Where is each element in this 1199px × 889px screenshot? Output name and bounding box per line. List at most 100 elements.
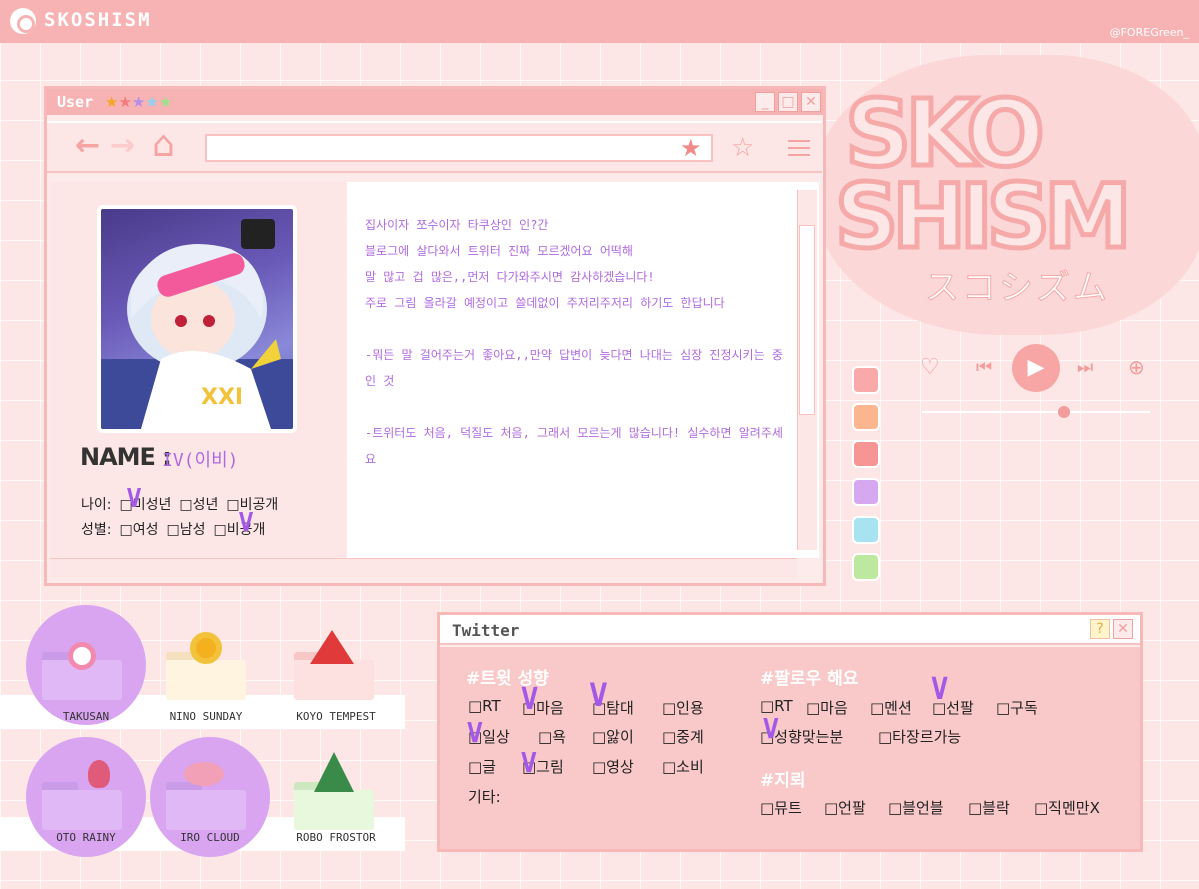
color-swatch[interactable]	[852, 478, 880, 506]
url-star-icon[interactable]: ★	[680, 134, 702, 162]
etc-label: 기타:	[468, 788, 501, 806]
folder-iro-cloud[interactable]	[166, 762, 246, 830]
rating-stars: ★★★★★	[105, 93, 172, 111]
block-option[interactable]: □직멘만X	[1034, 797, 1100, 818]
close-button[interactable]: ✕	[801, 92, 821, 112]
block-option[interactable]: □언팔	[824, 797, 866, 818]
folder-label: ROBO FROSTOR	[296, 831, 376, 844]
big-logo-line2: SHISM	[833, 163, 1135, 271]
bio-line: 말 많고 겁 많은,,먼저 다가와주시면 감사하겠습니다!	[365, 270, 655, 284]
age-label: 나이:	[81, 497, 112, 513]
color-swatch[interactable]	[852, 553, 880, 581]
folder-label: TAKUSAN	[62, 710, 110, 723]
tweet-option[interactable]: □앓이	[592, 726, 634, 747]
back-arrow-icon[interactable]: ←	[75, 128, 100, 163]
previous-icon[interactable]: ⏮	[976, 357, 992, 378]
svg-text:XXI: XXI	[201, 385, 243, 410]
block-option[interactable]: □뮤트	[760, 797, 802, 818]
folder-label: IRO CLOUD	[180, 831, 240, 844]
maple-leaf-icon	[310, 630, 354, 664]
checkmark: V	[931, 672, 948, 707]
block-title: #지뢰	[760, 771, 806, 791]
add-icon[interactable]: ⊕	[1128, 355, 1145, 379]
follow-option[interactable]: □멘션	[870, 697, 912, 718]
progress-knob[interactable]	[1058, 406, 1070, 418]
folder-robo-frostor[interactable]	[294, 752, 374, 830]
folder-takusan[interactable]	[42, 642, 122, 700]
avatar: XXI	[97, 205, 297, 433]
play-button[interactable]: ▶	[1012, 344, 1060, 392]
swirl-icon	[68, 642, 96, 670]
checkmark: V	[763, 712, 779, 745]
gender-option-male[interactable]: □남성	[166, 522, 205, 538]
star-icon: ★	[105, 93, 119, 111]
tweet-option[interactable]: □RT	[468, 697, 501, 715]
big-logo-katakana: スコシズム	[925, 268, 1110, 309]
flower-bouquet-icon	[184, 762, 224, 786]
next-icon[interactable]: ⏭	[1077, 357, 1093, 378]
color-swatch[interactable]	[852, 366, 880, 394]
bio-line: 주로 그림 올라갈 예정이고 쓸데없이 주저리주저리 하기도 한답니다	[365, 296, 725, 310]
bio-line: 집사이자 쪼수이자 타쿠상인 인?간	[365, 218, 549, 232]
follow-title: #팔로우 해요	[760, 669, 859, 689]
block-option[interactable]: □블락	[968, 797, 1010, 818]
follow-option[interactable]: □마음	[806, 697, 848, 718]
folder-koyo-tempest[interactable]	[294, 630, 374, 700]
pine-tree-icon	[314, 752, 354, 792]
bio-line: 블로그에 살다와서 트위터 진짜 모르겠어요 어떡해	[365, 244, 633, 258]
help-button[interactable]: ?	[1090, 619, 1110, 639]
tweet-option[interactable]: □욕	[538, 726, 566, 747]
star-icon: ★	[158, 93, 173, 111]
star-icon: ★	[118, 93, 132, 111]
url-input[interactable]	[205, 134, 713, 162]
bio-line: -트위터도 처음, 덕질도 처음, 그래서 모르는게 많습니다! 실수하면 알려…	[365, 426, 783, 466]
credit-handle: @FOREGreen_	[1109, 26, 1189, 39]
heart-icon[interactable]: ♡	[920, 355, 940, 380]
star-icon: ★	[145, 93, 159, 111]
horizontal-scrollbar[interactable]	[50, 558, 797, 578]
twitter-window-title: Twitter	[452, 621, 520, 640]
color-swatch[interactable]	[852, 516, 880, 544]
folder-oto-rainy[interactable]	[42, 760, 122, 830]
name-label: NAME :	[80, 443, 172, 471]
name-value: IV(이비)	[162, 450, 239, 471]
star-icon: ★	[131, 93, 146, 111]
home-icon[interactable]: ⌂	[152, 124, 175, 165]
checkmark: V	[467, 716, 483, 749]
scrollbar-thumb[interactable]	[799, 225, 815, 415]
checkmark: V	[127, 484, 142, 514]
twitter-close-button[interactable]: ✕	[1113, 619, 1133, 639]
progress-track[interactable]	[922, 411, 1150, 413]
bio-line: -뭐든 말 걸어주는거 좋아요,,만약 답변이 늦다면 나대는 심장 진정시키는…	[365, 348, 783, 388]
bookmark-star-icon[interactable]: ☆	[731, 133, 754, 163]
tweet-option[interactable]: □소비	[662, 756, 704, 777]
minimize-button[interactable]: _	[755, 92, 775, 112]
gender-option-female[interactable]: □여성	[119, 522, 158, 538]
age-option-adult[interactable]: □성년	[179, 497, 218, 513]
maximize-button[interactable]: □	[778, 92, 798, 112]
block-option[interactable]: □블언블	[888, 797, 944, 818]
user-window-titlebar: User ★★★★★ _ □ ✕	[47, 89, 823, 115]
color-swatch[interactable]	[852, 440, 880, 468]
follow-option[interactable]: □타장르가능	[878, 726, 961, 747]
age-row: 나이: □미성년 □성년 □비공개	[81, 494, 286, 514]
tulip-icon	[88, 760, 110, 788]
forward-arrow-icon[interactable]: →	[110, 128, 135, 163]
tweet-option[interactable]: □글	[468, 756, 496, 777]
user-window-title: User	[57, 93, 94, 111]
folder-label: KOYO TEMPEST	[296, 710, 376, 723]
color-swatch[interactable]	[852, 403, 880, 431]
checkmark: V	[521, 682, 538, 717]
folder-label: NINO SUNDAY	[169, 710, 243, 723]
checkmark: V	[589, 676, 608, 714]
follow-option[interactable]: □구독	[996, 697, 1038, 718]
tweet-option[interactable]: □인용	[662, 697, 704, 718]
menu-icon[interactable]	[788, 138, 810, 158]
twitter-titlebar: Twitter ? ✕	[440, 615, 1140, 645]
tweet-option[interactable]: □중계	[662, 726, 704, 747]
top-bar	[0, 0, 1199, 43]
gender-label: 성별:	[81, 522, 112, 538]
tweet-option[interactable]: □영상	[592, 756, 634, 777]
folder-nino-sunday[interactable]	[166, 632, 246, 700]
bio-text: 집사이자 쪼수이자 타쿠상인 인?간 블로그에 살다와서 트위터 진짜 모르겠어…	[365, 212, 785, 498]
